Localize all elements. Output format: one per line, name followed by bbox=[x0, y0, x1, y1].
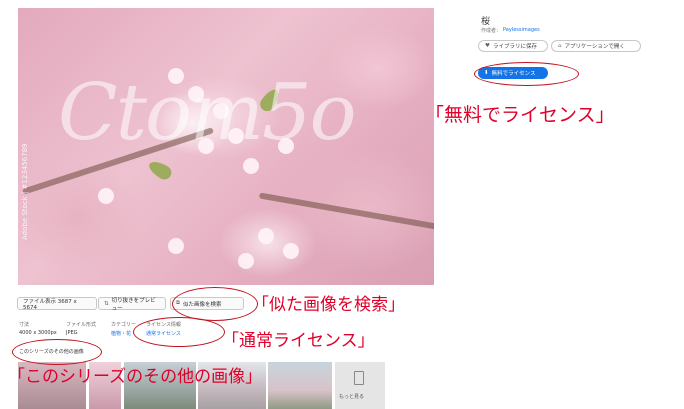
dimensions-label: 寸法 bbox=[19, 322, 30, 328]
series-thumbnail[interactable] bbox=[268, 362, 332, 409]
preview-crop-button[interactable]: ⇅ 切り抜きをプレビュー bbox=[98, 297, 166, 312]
file-size-button[interactable]: ファイル表示 3687 x 5674 bbox=[17, 297, 97, 311]
app-icon: ⌂ bbox=[558, 43, 562, 49]
photo-watermark: Ctom5o bbox=[58, 68, 357, 158]
image-title: 桜 bbox=[481, 17, 491, 27]
file-type-label: ファイル形式 bbox=[66, 322, 97, 328]
crop-icon: ⇅ bbox=[104, 300, 109, 307]
more-button[interactable] bbox=[335, 362, 385, 409]
file-size-label: ファイル表示 3687 x 5674 bbox=[23, 298, 77, 311]
license-annotation: 「無料でライセンス」 bbox=[425, 104, 615, 126]
stock-photo-cherry-blossom[interactable]: Ctom5o Adobe Stock | #123456789 bbox=[18, 8, 434, 285]
series-annotation: 「このシリーズのその他の画像」 bbox=[8, 367, 263, 387]
author-link[interactable]: Paylessimages bbox=[503, 27, 540, 33]
similar-annotation: 「似た画像を検索」 bbox=[252, 295, 405, 315]
preview-crop-label: 切り抜きをプレビュー bbox=[111, 297, 156, 312]
standard-license-highlight-oval bbox=[133, 317, 225, 347]
open-in-app-label: アプリケーションで開く bbox=[564, 44, 625, 50]
photo-credit: Adobe Stock | #123456789 bbox=[21, 143, 29, 241]
standard-license-annotation: 「通常ライセンス」 bbox=[222, 331, 375, 351]
more-icon bbox=[354, 371, 364, 385]
save-to-library-label: ライブラリに保存 bbox=[492, 44, 537, 50]
category-label: カテゴリー bbox=[111, 322, 137, 328]
heart-icon: ♥ bbox=[485, 43, 490, 49]
author-label: 作成者： bbox=[481, 28, 502, 34]
license-highlight-oval bbox=[474, 62, 579, 86]
dimensions-value: 4000 x 3000px bbox=[19, 330, 57, 336]
category-link[interactable]: 植物・花 bbox=[111, 330, 131, 337]
save-to-library-button[interactable]: ♥ ライブラリに保存 bbox=[478, 40, 548, 52]
more-label: もっと見る bbox=[339, 394, 365, 400]
file-type-value: JPEG bbox=[66, 330, 78, 336]
similar-highlight-oval bbox=[172, 287, 258, 321]
open-in-app-button[interactable]: ⌂ アプリケーションで開く bbox=[551, 40, 641, 52]
